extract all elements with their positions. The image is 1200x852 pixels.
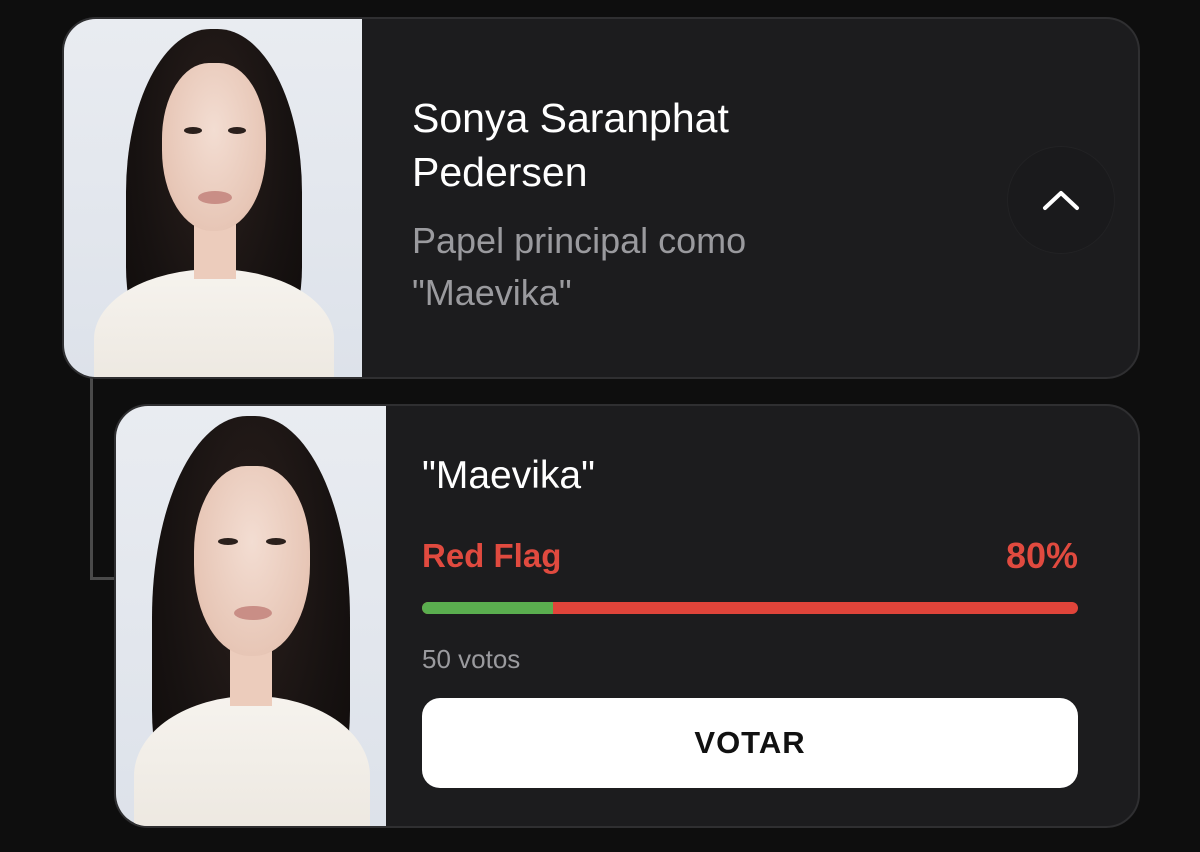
character-card: "Maevika" Red Flag 80% 50 votos VOTAR [114, 404, 1140, 828]
verdict-percent: 80% [1005, 535, 1078, 576]
screen: Sonya Saranphat Pedersen Papel principal… [0, 0, 1200, 852]
actor-name: Sonya Saranphat Pedersen [412, 95, 729, 195]
vote-button[interactable]: VOTAR [422, 698, 1078, 788]
character-name: "Maevika" [422, 454, 595, 497]
verdict-row: Red Flag 80% [422, 534, 1078, 578]
verdict-label: Red Flag [422, 537, 562, 574]
actor-role-description: Papel principal como "Maevika" [412, 220, 747, 313]
chevron-up-icon [1043, 191, 1079, 210]
collapse-button[interactable] [1008, 147, 1114, 253]
actor-card: Sonya Saranphat Pedersen Papel principal… [62, 17, 1140, 379]
character-photo [116, 406, 386, 826]
green-flag-bar-fill [422, 602, 554, 614]
vote-count: 50 votos [422, 644, 521, 674]
vote-result-bar [422, 602, 1078, 614]
actor-photo [64, 19, 362, 377]
